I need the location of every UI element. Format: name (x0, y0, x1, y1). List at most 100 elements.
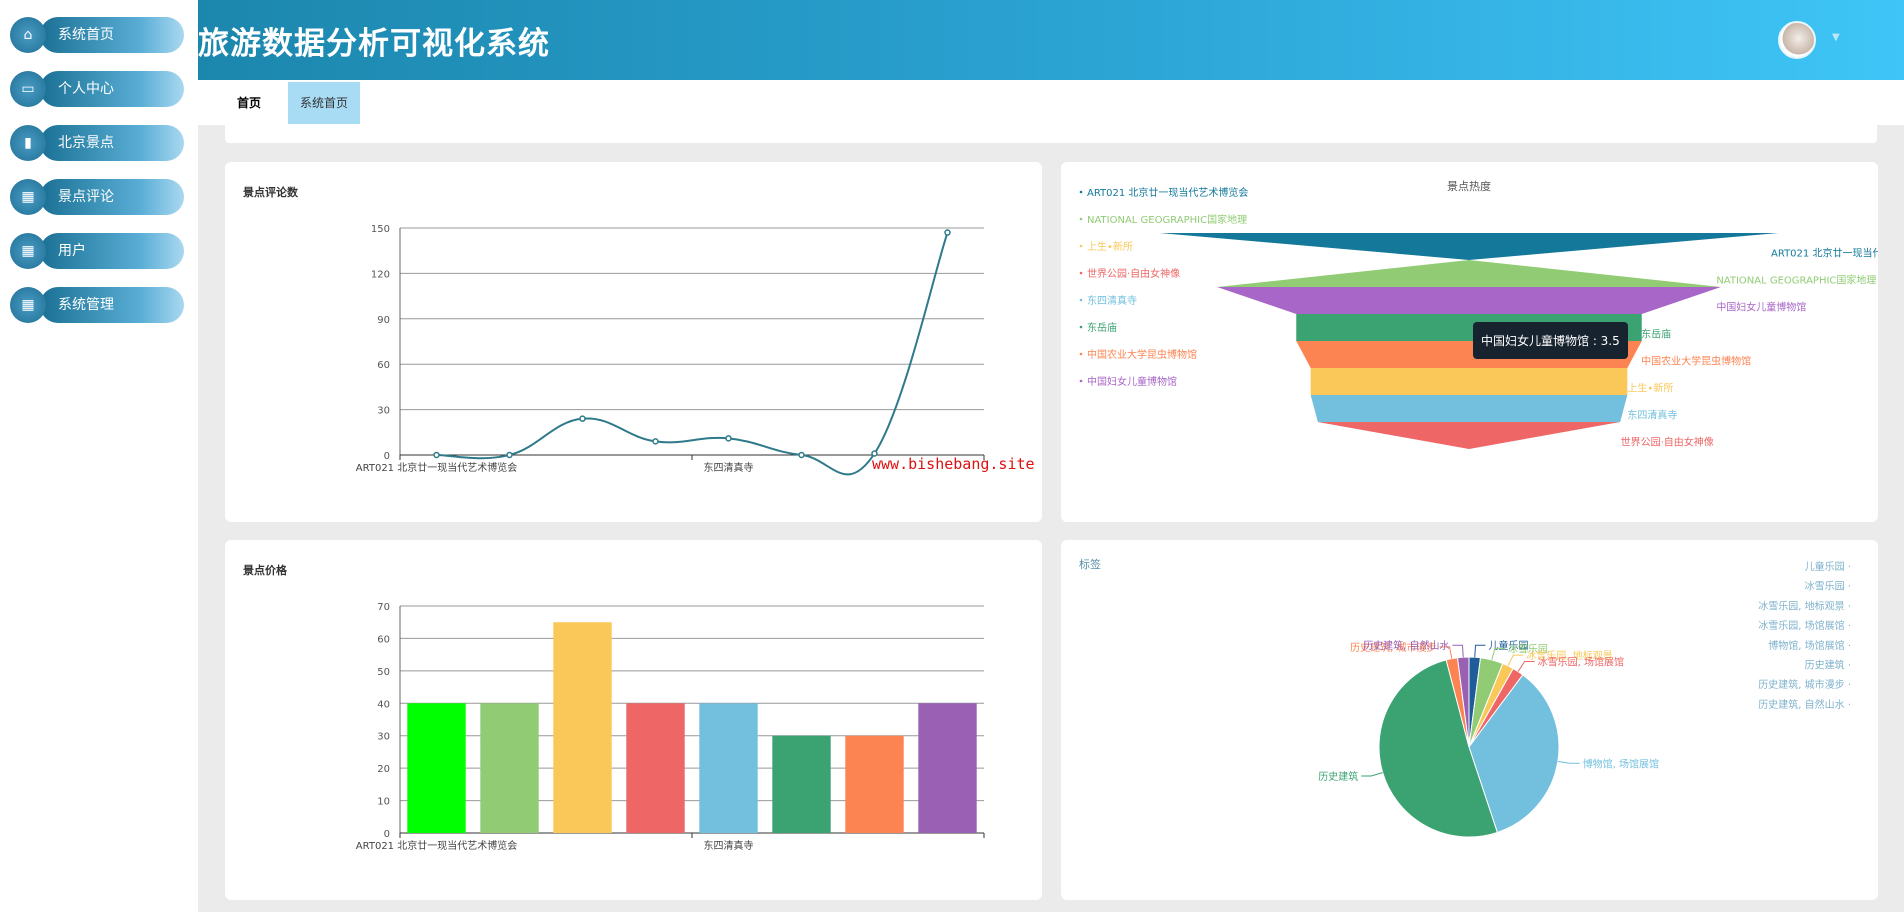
y-tick-label: 90 (377, 315, 390, 326)
y-tick-label: 40 (377, 699, 390, 710)
slice-label: 历史建筑, 自然山水 (1363, 639, 1449, 652)
legend-marker (1079, 298, 1083, 302)
legend-item: 儿童乐园 · (1805, 560, 1851, 573)
x-tick-label: 东四清真寺 (704, 461, 754, 474)
funnel-segment (1310, 395, 1628, 422)
bar (918, 703, 977, 833)
bar-chart: 0 10 20 30 40 50 60 70 ART021 北京廿一现当代艺术博览会 东四清真寺 (356, 602, 985, 852)
tab-bar: 首页 系统首页 (198, 80, 1904, 125)
bar (407, 703, 466, 833)
funnel-segment (1310, 368, 1628, 395)
y-tick-label: 60 (377, 360, 390, 371)
data-point (725, 435, 732, 442)
legend-item: 上生•新所 (1087, 240, 1133, 253)
legend-marker (1079, 217, 1083, 221)
segment-label: 东岳庙 (1641, 328, 1671, 341)
segment-label: 中国妇女儿童博物馆 (1716, 301, 1806, 314)
data-point (798, 451, 805, 459)
x-tick-label: 东四清真寺 (704, 839, 754, 852)
caret-down-icon[interactable]: ▼ (1832, 32, 1840, 43)
segment-label: ART021 北京廿一现当代艺术博览会 (1771, 247, 1878, 260)
chart-tooltip: 中国妇女儿童博物馆 : 3.5 (1473, 322, 1628, 359)
label-line (1517, 661, 1535, 672)
chart-title: 标签 (1079, 557, 1101, 571)
sidebar-item-5[interactable]: ▦ 系统管理 (10, 287, 184, 323)
sidebar-item-1[interactable]: ▭ 个人中心 (10, 71, 184, 107)
y-tick-label: 150 (371, 224, 390, 235)
bar (480, 703, 539, 833)
grid-icon: ▦ (10, 233, 46, 269)
grid-icon: ▦ (10, 179, 46, 215)
bar (553, 622, 612, 833)
legend-item: 历史建筑, 城市漫步 · (1758, 678, 1851, 691)
y-tick-label: 0 (384, 829, 390, 840)
popularity-card: 景点热度 ART021 北京廿一现当代艺术博览会 NATIONAL GEOGRAPH… (1061, 162, 1878, 522)
segment-label: NATIONAL GEOGRAPHIC国家地理 (1716, 274, 1876, 287)
grid-icon: ▦ (10, 287, 46, 323)
bar (845, 735, 904, 833)
legend-item: 东岳庙 (1087, 321, 1117, 334)
data-point (433, 451, 440, 459)
segment-label: 世界公园·自由女神像 (1621, 436, 1714, 449)
label-line (1474, 644, 1486, 658)
legend-item: 冰雪乐园 · (1805, 580, 1851, 593)
sidebar-item-3[interactable]: ▦ 景点评论 (10, 179, 184, 215)
sidebar-item-label: 北京景点 (40, 125, 184, 161)
funnel-chart: 景点热度 ART021 北京廿一现当代艺术博览会 NATIONAL GEOGRAPH… (1079, 179, 1878, 449)
price-card: 景点价格 0 10 20 30 40 50 60 70 ART021 北京廿一现当代艺术博览会东… (225, 540, 1042, 900)
y-tick-label: 70 (377, 602, 390, 613)
segment-label: 中国农业大学昆虫博物馆 (1641, 355, 1751, 368)
y-tick-label: 30 (377, 732, 390, 743)
data-point (506, 451, 513, 459)
data-point (579, 415, 586, 422)
y-tick-label: 10 (377, 797, 390, 808)
user-avatar[interactable] (1778, 21, 1816, 59)
sidebar-item-4[interactable]: ▦ 用户 (10, 233, 184, 269)
legend-item: 历史建筑, 自然山水 · (1758, 698, 1851, 711)
tag-card: 标签 儿童乐园 · 冰雪乐园 · 冰雪乐园, 地标观景 · 冰雪乐园, 场馆展馆 · 博物… (1061, 540, 1878, 900)
sidebar-item-label: 景点评论 (40, 179, 184, 215)
label-line (1507, 654, 1524, 667)
sidebar-item-label: 系统首页 (40, 17, 184, 53)
sidebar-item-2[interactable]: ▮ 北京景点 (10, 125, 184, 161)
chart-title: 景点热度 (1447, 179, 1491, 193)
y-tick-label: 60 (377, 634, 390, 645)
content-top-strip (225, 125, 1877, 143)
legend-marker (1079, 244, 1083, 248)
legend-item: 冰雪乐园, 地标观景 · (1758, 599, 1851, 612)
legend-marker (1079, 352, 1083, 356)
label-line (1557, 760, 1580, 764)
legend-item: 世界公园·自由女神像 (1087, 267, 1180, 280)
funnel-segment (1317, 422, 1621, 449)
tab-system-home[interactable]: 系统首页 (288, 82, 361, 124)
y-tick-label: 30 (377, 406, 390, 417)
funnel-segment (1159, 233, 1779, 260)
legend-marker (1079, 325, 1083, 329)
x-tick-label: ART021 北京廿一现当代艺术博览会 (356, 461, 517, 474)
y-tick-label: 50 (377, 667, 390, 678)
legend-marker (1079, 271, 1083, 275)
legend-item: 东四清真寺 (1087, 294, 1137, 307)
segment-label: 东四清真寺 (1627, 409, 1677, 422)
label-line (1452, 644, 1464, 658)
segment-label: 上生•新所 (1627, 382, 1673, 395)
funnel-segment (1217, 287, 1721, 314)
slice-label: 冰雪乐园, 场馆展馆 (1538, 656, 1624, 669)
legend-item: 中国妇女儿童博物馆 (1087, 375, 1177, 388)
sidebar-item-label: 个人中心 (40, 71, 184, 107)
header: 旅游数据分析可视化系统 ▼ (198, 0, 1904, 80)
bar (626, 703, 685, 833)
tab-home[interactable]: 首页 (225, 82, 273, 124)
bar (772, 735, 831, 833)
bar (699, 703, 758, 833)
series-line (436, 232, 949, 476)
data-point (652, 438, 659, 445)
sidebar-item-0[interactable]: ⌂ 系统首页 (10, 17, 184, 53)
legend-item: 历史建筑 · (1805, 659, 1851, 672)
sidebar-item-label: 用户 (40, 233, 184, 269)
profile-icon: ▭ (10, 71, 46, 107)
y-tick-label: 120 (371, 269, 390, 280)
legend-item: 冰雪乐园, 场馆展馆 · (1758, 619, 1851, 632)
watermark: www.bishebang.site (872, 455, 1035, 473)
label-line (1361, 772, 1383, 777)
